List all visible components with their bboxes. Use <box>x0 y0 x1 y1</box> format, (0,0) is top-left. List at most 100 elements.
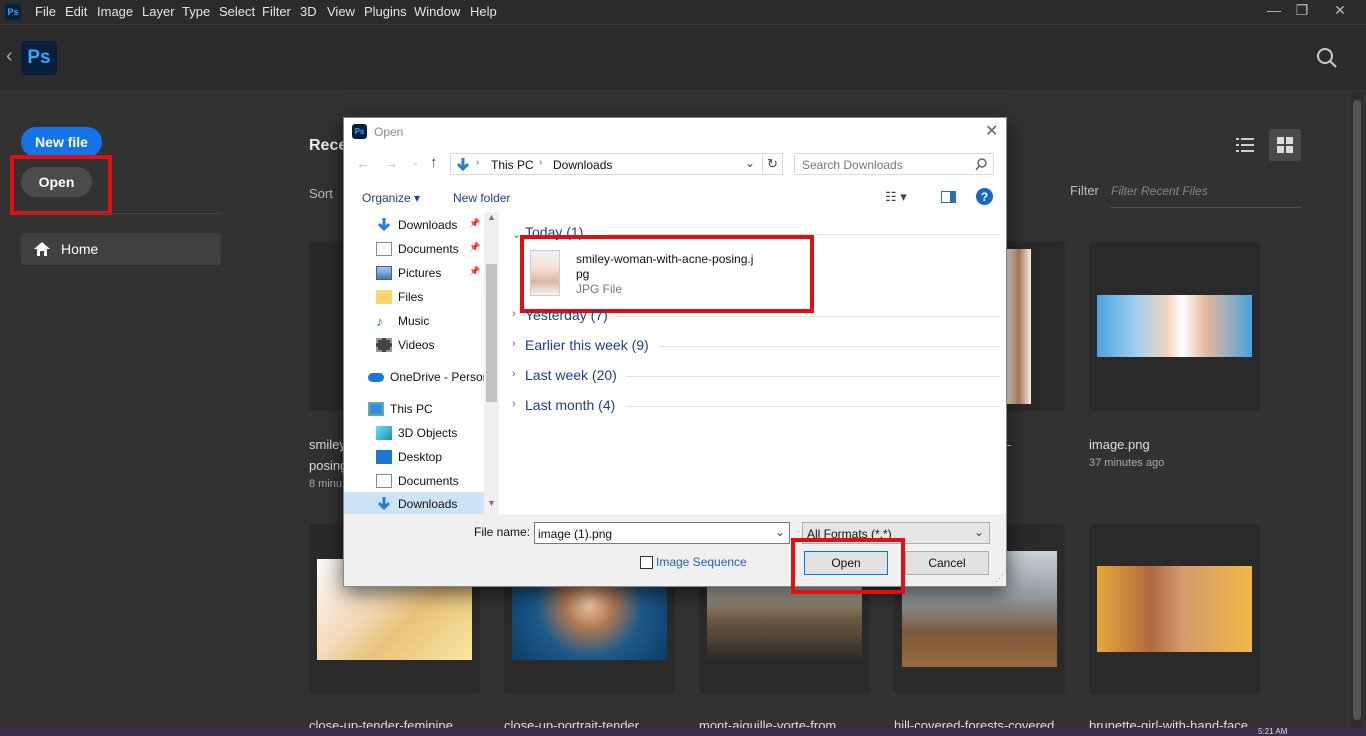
navigation-pane: Downloads 📌 Documents 📌 Pictures 📌 Files… <box>344 212 499 514</box>
card-time: 37 minutes ago <box>1089 457 1165 469</box>
card-thumbnail <box>1097 295 1252 357</box>
group-last-month[interactable]: Last month (4) <box>525 397 615 413</box>
photoshop-logo: Ps <box>21 41 57 75</box>
search-downloads-input[interactable]: Search Downloads <box>794 153 994 175</box>
document-icon <box>376 474 392 488</box>
sort-label[interactable]: Sort <box>309 186 333 201</box>
download-icon <box>456 158 470 172</box>
taskbar-clock: 5:21 AM <box>1258 727 1288 736</box>
up-arrow-icon[interactable]: ↑ <box>430 154 438 171</box>
file-name-value: image (1).png <box>538 527 613 541</box>
menu-select[interactable]: Select <box>219 4 255 19</box>
desktop-icon <box>376 450 392 464</box>
organize-button[interactable]: Organize ▾ <box>362 191 420 205</box>
menu-edit[interactable]: Edit <box>65 4 87 19</box>
filter-input[interactable]: Filter Recent Files <box>1111 184 1301 208</box>
group-last-week[interactable]: Last week (20) <box>525 367 617 383</box>
resize-grip-icon[interactable]: ⋰ <box>995 573 1004 584</box>
image-sequence-checkbox[interactable] <box>640 556 653 569</box>
dialog-toolbar: Organize ▾ New folder ☷ ▾ ? <box>344 184 1006 210</box>
nav-scrollbar-thumb[interactable] <box>486 264 497 402</box>
recent-heading: Rece <box>309 137 348 154</box>
menu-window[interactable]: Window <box>414 4 460 19</box>
new-folder-button[interactable]: New folder <box>453 191 510 205</box>
close-window-button[interactable]: ✕ <box>1330 2 1350 20</box>
recent-card[interactable] <box>1089 241 1260 411</box>
recent-card[interactable] <box>1000 241 1065 411</box>
file-name-input[interactable]: image (1).png ⌄ <box>534 522 790 544</box>
breadcrumb-downloads[interactable]: Downloads <box>553 158 612 172</box>
nav-scrollbar[interactable]: ▲ ▼ <box>484 212 499 514</box>
ps-app-icon: Ps <box>352 124 367 139</box>
file-name-label: File name: <box>474 525 531 539</box>
forward-arrow-icon[interactable]: → <box>384 155 398 171</box>
search-icon[interactable] <box>1316 47 1338 69</box>
grid-view-icon <box>1277 137 1293 153</box>
dialog-cancel-button[interactable]: Cancel <box>905 551 989 575</box>
home-icon <box>34 242 50 256</box>
open-dialog: Ps Open ✕ ← → ⌄ ↑ › This PC › Downloads … <box>343 117 1007 594</box>
group-earlier-this-week[interactable]: Earlier this week (9) <box>525 337 649 353</box>
help-icon[interactable]: ? <box>976 188 993 205</box>
recent-locations-icon[interactable]: ⌄ <box>412 157 420 168</box>
menu-layer[interactable]: Layer <box>142 4 175 19</box>
highlight-box-dialog-open <box>791 538 905 594</box>
menu-plugins[interactable]: Plugins <box>364 4 407 19</box>
taskbar <box>0 728 1366 736</box>
download-icon <box>377 218 391 232</box>
pictures-icon <box>376 266 392 280</box>
group-yesterday[interactable]: Yesterday (7) <box>525 307 608 323</box>
preview-pane-icon[interactable] <box>941 191 956 203</box>
filter-label: Filter <box>1070 183 1099 198</box>
file-name-dropdown-icon[interactable]: ⌄ <box>775 525 785 539</box>
highlight-box-open <box>10 155 112 215</box>
address-bar[interactable]: › This PC › Downloads ⌄ ↻ <box>450 153 783 175</box>
highlight-box-file <box>520 235 814 313</box>
music-icon: ♪ <box>376 313 383 329</box>
recent-card[interactable] <box>1089 524 1260 694</box>
group-divider <box>626 376 1000 377</box>
group-collapsed-icon[interactable]: › <box>512 338 516 350</box>
breadcrumb-this-pc[interactable]: This PC <box>491 158 534 172</box>
menu-3d[interactable]: 3D <box>300 4 317 19</box>
menu-filter[interactable]: Filter <box>262 4 291 19</box>
videos-icon <box>376 338 392 352</box>
nav-item-onedrive[interactable]: OneDrive - Persor <box>368 366 496 388</box>
home-scrollbar-thumb[interactable] <box>1353 100 1361 720</box>
refresh-icon[interactable]: ↻ <box>767 156 778 172</box>
search-placeholder: Search Downloads <box>802 158 903 172</box>
minimize-button[interactable]: — <box>1264 2 1284 20</box>
dialog-close-icon[interactable]: ✕ <box>985 121 998 141</box>
group-collapsed-icon[interactable]: › <box>512 308 516 320</box>
group-collapsed-icon[interactable]: › <box>512 398 516 410</box>
change-view-icon[interactable]: ☷ ▾ <box>885 189 907 205</box>
onedrive-icon <box>368 372 384 382</box>
new-file-button[interactable]: New file <box>21 127 102 157</box>
menu-help[interactable]: Help <box>470 4 497 19</box>
address-dropdown-icon[interactable]: ⌄ <box>745 156 755 170</box>
menu-file[interactable]: File <box>35 4 56 19</box>
pc-icon <box>368 402 384 416</box>
card-name-line2: posing <box>309 458 348 473</box>
home-header: ‹ Ps <box>0 24 1366 90</box>
back-arrow-icon[interactable]: ‹ <box>6 45 13 68</box>
3d-objects-icon <box>376 426 392 440</box>
restore-button[interactable]: ❐ <box>1292 2 1312 20</box>
image-sequence-label[interactable]: Image Sequence <box>656 555 747 569</box>
group-divider <box>660 346 1000 347</box>
back-arrow-icon[interactable]: ← <box>356 155 370 171</box>
list-view-icon[interactable] <box>1236 137 1254 153</box>
grid-view-button[interactable] <box>1269 129 1301 161</box>
download-icon <box>377 497 391 511</box>
filter-placeholder: Filter Recent Files <box>1111 184 1208 198</box>
card-name: smiley <box>309 437 346 452</box>
home-scrollbar[interactable] <box>1351 92 1363 728</box>
menu-view[interactable]: View <box>327 4 355 19</box>
menu-type[interactable]: Type <box>182 4 210 19</box>
sidebar-item-home[interactable]: Home <box>21 233 221 265</box>
menu-image[interactable]: Image <box>97 4 133 19</box>
ps-app-icon: Ps <box>5 4 21 20</box>
format-dropdown-icon[interactable]: ⌄ <box>974 525 984 539</box>
group-collapsed-icon[interactable]: › <box>512 368 516 380</box>
group-divider <box>614 316 1000 317</box>
